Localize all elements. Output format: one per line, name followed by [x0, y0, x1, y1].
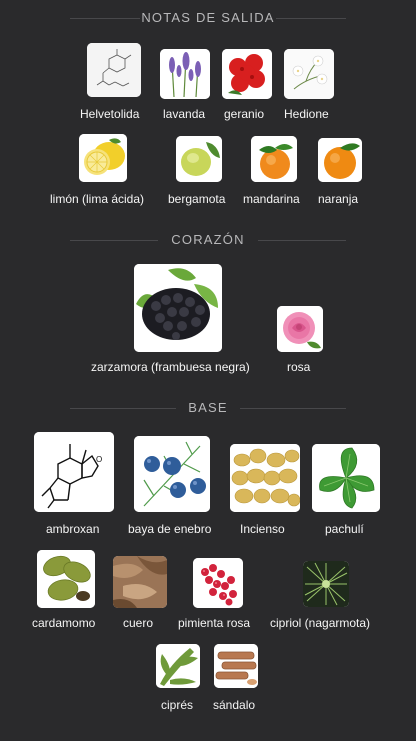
helvetolida-molecule-image [87, 43, 141, 97]
note-label: Hedione [284, 107, 329, 121]
section-title: CORAZÓN [171, 232, 245, 247]
note-label: pimienta rosa [178, 616, 251, 630]
note-label: cuero [123, 616, 154, 630]
section-header-base-notes: BASE [0, 398, 416, 418]
note-label: bergamota [168, 192, 226, 206]
geranium-image [222, 49, 272, 99]
svg-text:O: O [96, 455, 102, 464]
note-cipres[interactable]: ciprés [156, 644, 200, 712]
note-helvetolida[interactable]: Helvetolida [80, 43, 141, 121]
frankincense-image [230, 444, 300, 512]
leather-image [113, 556, 167, 608]
cypress-image [156, 644, 200, 688]
note-geranio[interactable]: geranio [222, 49, 272, 121]
note-mandarina[interactable]: mandarina [243, 136, 300, 206]
cypriol-image [303, 561, 349, 607]
note-pimienta[interactable]: pimienta rosa [178, 558, 250, 630]
note-label: cardamomo [32, 616, 96, 630]
orange-image [318, 138, 362, 182]
note-pachuli[interactable]: pachulí [312, 444, 380, 536]
blackberry-image [134, 264, 222, 352]
juniper-berry-image [134, 436, 210, 512]
section-title: BASE [188, 400, 228, 415]
note-label: ciprés [161, 698, 194, 712]
note-naranja[interactable]: naranja [318, 138, 362, 206]
note-label: baya de enebro [128, 522, 212, 536]
note-label: mandarina [243, 192, 300, 206]
pink-pepper-image [193, 558, 243, 608]
note-label: zarzamora (frambuesa negra) [91, 360, 250, 374]
section-header-heart-notes: CORAZÓN [0, 230, 416, 250]
note-cuero[interactable]: cuero [113, 556, 167, 630]
note-label: Incienso [240, 522, 285, 536]
note-limon[interactable]: limón (lima ácida) [50, 134, 144, 206]
note-incienso[interactable]: Incienso [230, 444, 300, 536]
note-label: cipriol (nagarmota) [270, 616, 371, 630]
note-rosa[interactable]: rosa [277, 306, 323, 374]
note-lavanda[interactable]: lavanda [160, 49, 210, 121]
note-label: ambroxan [46, 522, 100, 536]
note-label: Helvetolida [80, 107, 140, 121]
cardamom-image [37, 550, 95, 608]
rose-image [277, 306, 323, 352]
note-label: geranio [224, 107, 265, 121]
note-label: rosa [287, 360, 311, 374]
sandalwood-image [214, 644, 258, 688]
section-title: NOTAS DE SALIDA [141, 10, 275, 25]
note-cipriol[interactable]: cipriol (nagarmota) [270, 561, 370, 630]
note-label: lavanda [163, 107, 206, 121]
hedione-jasmine-image [284, 49, 334, 99]
note-enebro[interactable]: baya de enebro [128, 436, 211, 536]
lavender-image [160, 49, 210, 99]
note-bergamota[interactable]: bergamota [168, 136, 225, 206]
bergamot-image [176, 136, 222, 182]
note-label: pachulí [325, 522, 364, 536]
patchouli-image [312, 444, 380, 512]
note-ambroxan[interactable]: O ambroxan [34, 432, 114, 536]
note-label: limón (lima ácida) [50, 192, 145, 206]
ambroxan-molecule-image: O [34, 432, 114, 512]
note-label: naranja [318, 192, 359, 206]
note-cardamomo[interactable]: cardamomo [32, 550, 95, 630]
note-label: sándalo [213, 698, 256, 712]
lime-lemon-image [79, 134, 127, 182]
section-header-top-notes: NOTAS DE SALIDA [0, 8, 416, 28]
note-hedione[interactable]: Hedione [284, 49, 334, 121]
note-zarzamora[interactable]: zarzamora (frambuesa negra) [91, 264, 250, 374]
note-sandalo[interactable]: sándalo [213, 644, 258, 712]
mandarin-image [251, 136, 297, 182]
